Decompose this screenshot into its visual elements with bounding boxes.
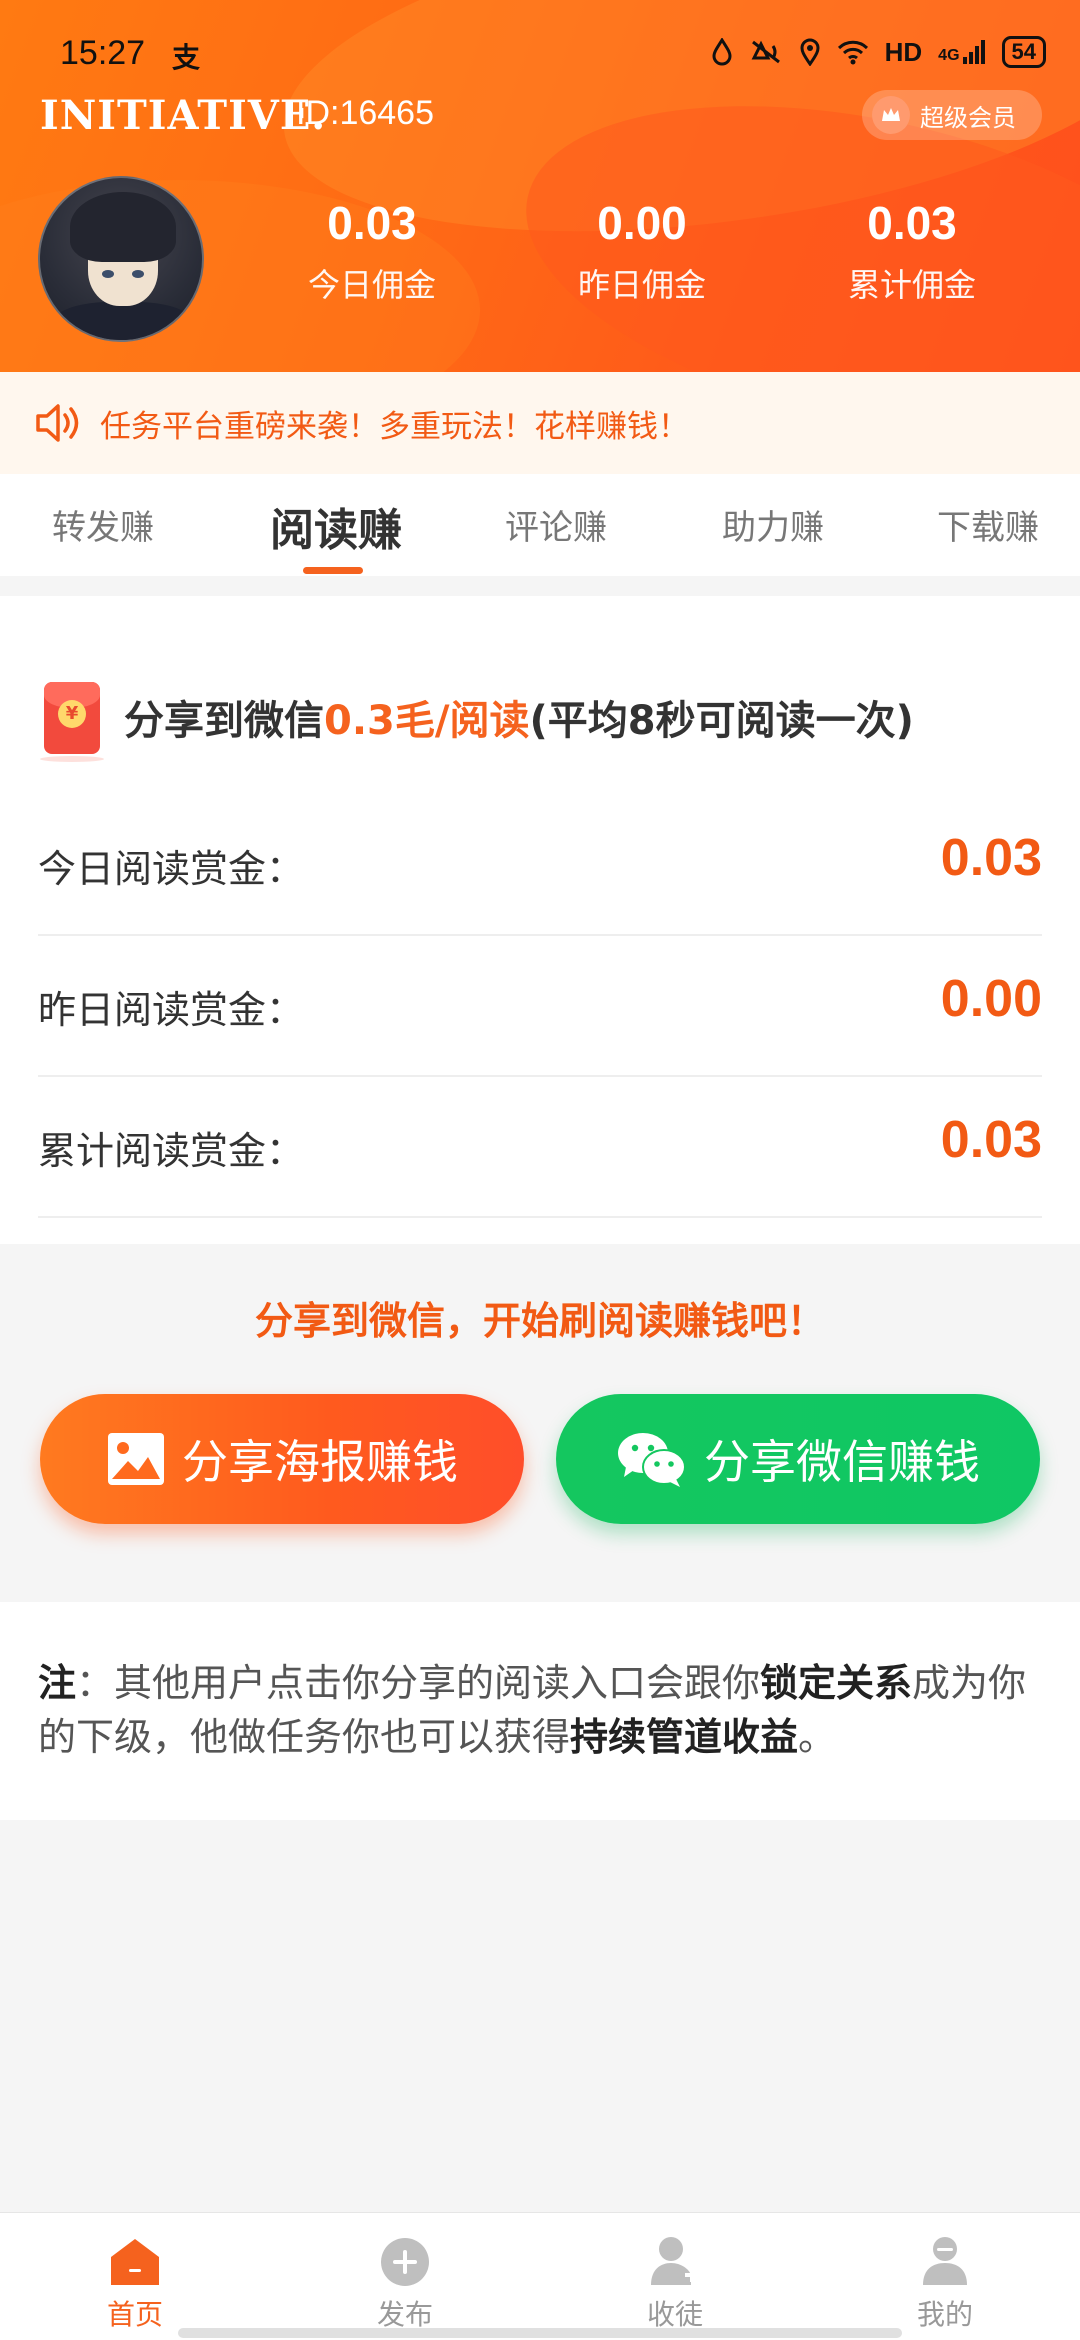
task-tabs: 转发赚 阅读赚 评论赚 助力赚 下载赚 [0, 474, 1080, 576]
stat-label: 今日佣金 [307, 266, 436, 304]
stat-value: 0.00 [597, 197, 687, 249]
status-time: 15:27 [60, 34, 146, 72]
avatar[interactable] [38, 176, 204, 342]
drop-icon [712, 38, 732, 66]
tab-forward[interactable]: 转发赚 [52, 500, 154, 549]
user-icon [845, 2231, 1045, 2287]
vibrate-mute-icon [751, 40, 780, 64]
reward-label: 累计阅读赏金： [38, 1129, 305, 1173]
nav-label: 发布 [376, 2298, 433, 2331]
speaker-icon [36, 404, 79, 442]
reward-row-total: 累计阅读赏金： 0.03 [38, 1078, 1042, 1218]
stat-value: 0.03 [867, 197, 957, 249]
reward-value: 0.00 [940, 970, 1042, 1028]
reward-row-today: 今日阅读赏金： 0.03 [38, 796, 1042, 936]
nav-label: 我的 [916, 2298, 973, 2331]
stat-today-commission: 0.03 今日佣金 [262, 196, 482, 306]
wifi-icon [837, 40, 868, 65]
share-wechat-label: 分享微信赚钱 [704, 1435, 980, 1489]
nav-label: 收徒 [646, 2298, 703, 2331]
share-hint: 分享到微信，开始刷阅读赚钱吧！ [254, 1299, 825, 1343]
nav-label: 首页 [106, 2298, 163, 2331]
nav-publish[interactable]: 发布 [305, 2231, 505, 2333]
stat-total-commission: 0.03 累计佣金 [802, 196, 1022, 306]
reward-value: 0.03 [940, 829, 1042, 887]
stat-label: 昨日佣金 [577, 266, 706, 304]
red-packet-icon: ¥ [36, 674, 108, 762]
relation-note: 注：其他用户点击你分享的阅读入口会跟你锁定关系成为你的下级，他做任务你也可以获得… [0, 1602, 1080, 1820]
active-tab-indicator [303, 567, 363, 574]
reading-rate: 0.3毛/阅读 [324, 698, 530, 744]
user-id: ID:16465 [296, 94, 434, 132]
stat-label: 累计佣金 [847, 266, 976, 304]
alipay-notification-icon: 支 [172, 41, 201, 74]
home-icon [35, 2231, 235, 2287]
wechat-icon [616, 1429, 688, 1489]
reading-reward-card: ¥ 分享到微信0.3毛/阅读(平均8秒可阅读一次) 今日阅读赏金： 0.03 昨… [0, 596, 1080, 1244]
stat-yesterday-commission: 0.00 昨日佣金 [532, 196, 752, 306]
add-user-icon [575, 2231, 775, 2287]
plus-circle-icon [305, 2231, 505, 2287]
hd-indicator: HD [884, 36, 923, 67]
profile-header: 15:27 支 HD 4G 54 INITIATIVE. ID:16465 超级… [0, 0, 1080, 372]
reward-label: 昨日阅读赏金： [38, 988, 305, 1032]
card-title: 分享到微信0.3毛/阅读(平均8秒可阅读一次) [124, 698, 914, 744]
announcement-text: 任务平台重磅来袭！多重玩法！花样赚钱！ [100, 408, 689, 445]
app-brand: INITIATIVE. [40, 92, 327, 139]
tab-download[interactable]: 下载赚 [937, 500, 1039, 549]
location-icon [800, 38, 820, 66]
card-header: ¥ 分享到微信0.3毛/阅读(平均8秒可阅读一次) [36, 674, 914, 762]
signal-icon [962, 40, 985, 64]
nav-mine[interactable]: 我的 [845, 2231, 1045, 2333]
tab-read[interactable]: 阅读赚 [270, 494, 402, 558]
vip-badge[interactable]: 超级会员 [862, 90, 1042, 140]
status-icons: HD 4G 54 [711, 36, 1046, 68]
nav-recruit[interactable]: 收徒 [575, 2231, 775, 2333]
vip-badge-label: 超级会员 [920, 103, 1016, 132]
nav-home[interactable]: 首页 [35, 2231, 235, 2333]
signal-indicator: 4G [938, 39, 985, 65]
share-poster-label: 分享海报赚钱 [182, 1435, 458, 1489]
reward-value: 0.03 [940, 1111, 1042, 1169]
crown-icon [872, 96, 910, 134]
image-icon [106, 1431, 166, 1487]
tab-comment[interactable]: 评论赚 [505, 500, 607, 549]
tab-assist[interactable]: 助力赚 [722, 500, 824, 549]
battery-icon: 54 [1001, 36, 1046, 68]
stat-value: 0.03 [327, 197, 417, 249]
reward-row-yesterday: 昨日阅读赏金： 0.00 [38, 937, 1042, 1077]
reward-label: 今日阅读赏金： [38, 847, 305, 891]
bottom-navigation: 首页 发布 收徒 我的 [0, 2212, 1080, 2340]
share-poster-button[interactable]: 分享海报赚钱 [40, 1394, 524, 1524]
announcement-bar[interactable]: 任务平台重磅来袭！多重玩法！花样赚钱！ [0, 372, 1080, 474]
share-wechat-button[interactable]: 分享微信赚钱 [556, 1394, 1040, 1524]
home-indicator[interactable] [178, 2328, 902, 2338]
